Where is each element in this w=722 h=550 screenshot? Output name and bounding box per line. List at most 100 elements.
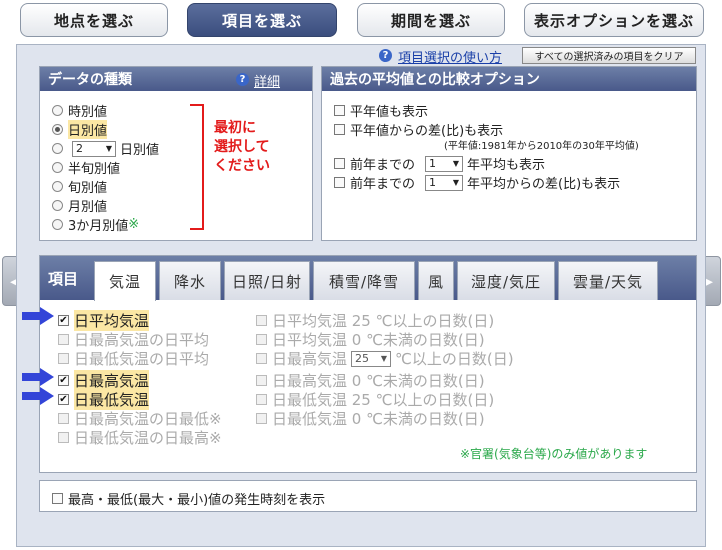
- select-display-options-button[interactable]: 表示オプションを選ぶ: [524, 3, 704, 37]
- comparison-title: 過去の平均値との比較オプション: [330, 72, 540, 88]
- show-occurrence-time-option[interactable]: 最高・最低(最大・最小)値の発生時刻を表示: [52, 489, 325, 508]
- item-label: 日最高気温: [74, 370, 150, 391]
- radio-button[interactable]: [52, 181, 63, 192]
- item-label: 日最高気温: [272, 350, 348, 368]
- radio-label: 3か月別値: [68, 219, 129, 234]
- checkbox-label: 年平均からの差(比)も表示: [467, 177, 621, 192]
- select-period-button[interactable]: 期間を選ぶ: [357, 3, 505, 37]
- radio-button[interactable]: [52, 200, 63, 211]
- radio-hourly[interactable]: 時別値: [52, 101, 107, 120]
- occurrence-time-panel: 最高・最低(最大・最小)値の発生時刻を表示: [39, 480, 697, 512]
- checkbox[interactable]: [52, 493, 63, 504]
- prev-year-diff-option[interactable]: 前年までの 1 ▼ 年平均からの差(比)も表示: [334, 173, 620, 192]
- radio-label: 半旬別値: [68, 162, 121, 177]
- item-label: 日平均気温: [74, 310, 150, 331]
- station-only-note: ※官署(気象台等)のみ値があります: [460, 447, 648, 461]
- tab-snow[interactable]: 積雪/降雪: [313, 261, 415, 300]
- checkbox[interactable]: [334, 158, 345, 169]
- item-min-temp-daily-mean: 日最低気温の日平均: [58, 348, 209, 369]
- tab-precipitation[interactable]: 降水: [159, 261, 221, 300]
- radio-label: 日別値: [120, 143, 160, 158]
- prev-diff-years-select[interactable]: 1 ▼: [425, 174, 464, 191]
- item-max-0-days: 日最高気温 0 ℃未満の日数(日): [256, 370, 485, 391]
- data-type-title: データの種類: [48, 72, 132, 88]
- comparison-header: 過去の平均値との比較オプション: [322, 67, 696, 91]
- item-mean-25-days: 日平均気温 25 ℃以上の日数(日): [256, 310, 494, 331]
- checkbox: [58, 413, 69, 424]
- radio-button[interactable]: [52, 219, 63, 230]
- select-item-button[interactable]: 項目を選ぶ: [187, 3, 337, 37]
- checkbox: [58, 432, 69, 443]
- radio-button[interactable]: [52, 143, 63, 154]
- radio-button[interactable]: [52, 105, 63, 116]
- item-label: 日平均気温 0 ℃未満の日数(日): [272, 331, 485, 349]
- item-mean-0-days: 日平均気温 0 ℃未満の日数(日): [256, 329, 485, 350]
- item-max-threshold-days: 日最高気温 25 ▼ ℃以上の日数(日): [256, 348, 514, 369]
- tab-wind[interactable]: 風: [418, 261, 454, 300]
- clear-all-button[interactable]: すべての選択済みの項目をクリア: [522, 47, 696, 64]
- item-label: 日最高気温の日最低※: [74, 410, 222, 428]
- step-navigation: 地点を選ぶ 項目を選ぶ 期間を選ぶ 表示オプションを選ぶ: [0, 0, 722, 44]
- radio-n-day[interactable]: 2 ▼ 日別値: [52, 139, 159, 158]
- prev-year-avg-option[interactable]: 前年までの 1 ▼ 年平均も表示: [334, 154, 545, 173]
- tab-cloud[interactable]: 雲量/天気: [558, 261, 658, 300]
- data-type-header: データの種類 ? 詳細: [40, 67, 312, 91]
- tab-humidity[interactable]: 湿度/気圧: [457, 261, 555, 300]
- normal-period-note: (平年値:1981年から2010年の30年平均値): [444, 141, 639, 152]
- tab-temperature[interactable]: 気温: [94, 261, 156, 301]
- chevron-down-icon: ▼: [452, 178, 460, 187]
- checkbox: [256, 334, 267, 345]
- items-panel: 項目 気温 降水 日照/日射 積雪/降雪 風 湿度/気圧 雲量/天気 ✔ 日平均…: [39, 255, 697, 473]
- checkbox: [58, 353, 69, 364]
- max-threshold-value: 25: [355, 352, 370, 365]
- radio-daily[interactable]: 日別値: [52, 120, 108, 139]
- max-threshold-select: 25 ▼: [351, 350, 392, 367]
- element-tabs: 項目 気温 降水 日照/日射 積雪/降雪 風 湿度/気圧 雲量/天気: [40, 256, 696, 301]
- comparison-options-panel: 過去の平均値との比較オプション 平年値も表示 平年値からの差(比)も表示 (平年…: [321, 66, 697, 241]
- item-daily-max-temp[interactable]: ✔ 日最高気温: [58, 370, 150, 391]
- prev-avg-years-select[interactable]: 1 ▼: [425, 155, 464, 172]
- item-daily-min-temp[interactable]: ✔ 日最低気温: [58, 389, 150, 410]
- show-normal-option[interactable]: 平年値も表示: [334, 101, 428, 120]
- checkbox: [256, 353, 267, 364]
- checkbox[interactable]: ✔: [58, 375, 69, 386]
- checkbox[interactable]: [334, 177, 345, 188]
- tab-sunshine[interactable]: 日照/日射: [224, 261, 310, 300]
- checkbox[interactable]: [334, 105, 345, 116]
- prev-avg-years-value: 1: [429, 157, 437, 170]
- radio-label: 月別値: [68, 200, 108, 215]
- item-label: 日平均気温 25 ℃以上の日数(日): [272, 312, 495, 330]
- item-max-temp-daily-min: 日最高気温の日最低※: [58, 408, 222, 429]
- radio-button[interactable]: [52, 162, 63, 173]
- select-location-button[interactable]: 地点を選ぶ: [20, 3, 168, 37]
- note-mark: ※: [128, 217, 140, 232]
- blue-arrow-icon: [22, 387, 54, 405]
- help-link[interactable]: 項目選択の使い方: [398, 47, 502, 66]
- checkbox[interactable]: ✔: [58, 315, 69, 326]
- radio-label: 旬別値: [68, 181, 108, 196]
- radio-decade[interactable]: 旬別値: [52, 177, 107, 196]
- n-day-select-value: 2: [76, 142, 83, 155]
- item-min-temp-daily-max: 日最低気温の日最高※: [58, 427, 222, 448]
- red-bracket: [190, 104, 204, 230]
- n-day-select[interactable]: 2 ▼: [72, 140, 116, 157]
- chevron-down-icon: ▼: [380, 354, 388, 363]
- radio-half-decade[interactable]: 半旬別値: [52, 158, 120, 177]
- radio-button[interactable]: [52, 124, 63, 135]
- help-row: ? 項目選択の使い方 すべての選択済みの項目をクリア: [17, 47, 705, 66]
- checkbox: [256, 413, 267, 424]
- checkbox: [256, 315, 267, 326]
- checkbox[interactable]: [334, 124, 345, 135]
- radio-label: 日別値: [68, 120, 108, 139]
- item-selection-frame: ? 項目選択の使い方 すべての選択済みの項目をクリア データの種類 ? 詳細 時…: [16, 44, 706, 547]
- item-label: ℃以上の日数(日): [395, 350, 514, 368]
- radio-monthly[interactable]: 月別値: [52, 196, 107, 215]
- item-daily-mean-temp[interactable]: ✔ 日平均気温: [58, 310, 150, 331]
- item-label: 日最低気温 0 ℃未満の日数(日): [272, 410, 485, 428]
- item-label: 日最低気温: [74, 389, 150, 410]
- detail-link[interactable]: 詳細: [254, 71, 280, 90]
- checkbox[interactable]: ✔: [58, 394, 69, 405]
- checkbox-label: 最高・最低(最大・最小)値の発生時刻を表示: [68, 493, 326, 508]
- radio-3-month[interactable]: 3か月別値 ※: [52, 215, 139, 234]
- radio-label: 時別値: [68, 105, 108, 120]
